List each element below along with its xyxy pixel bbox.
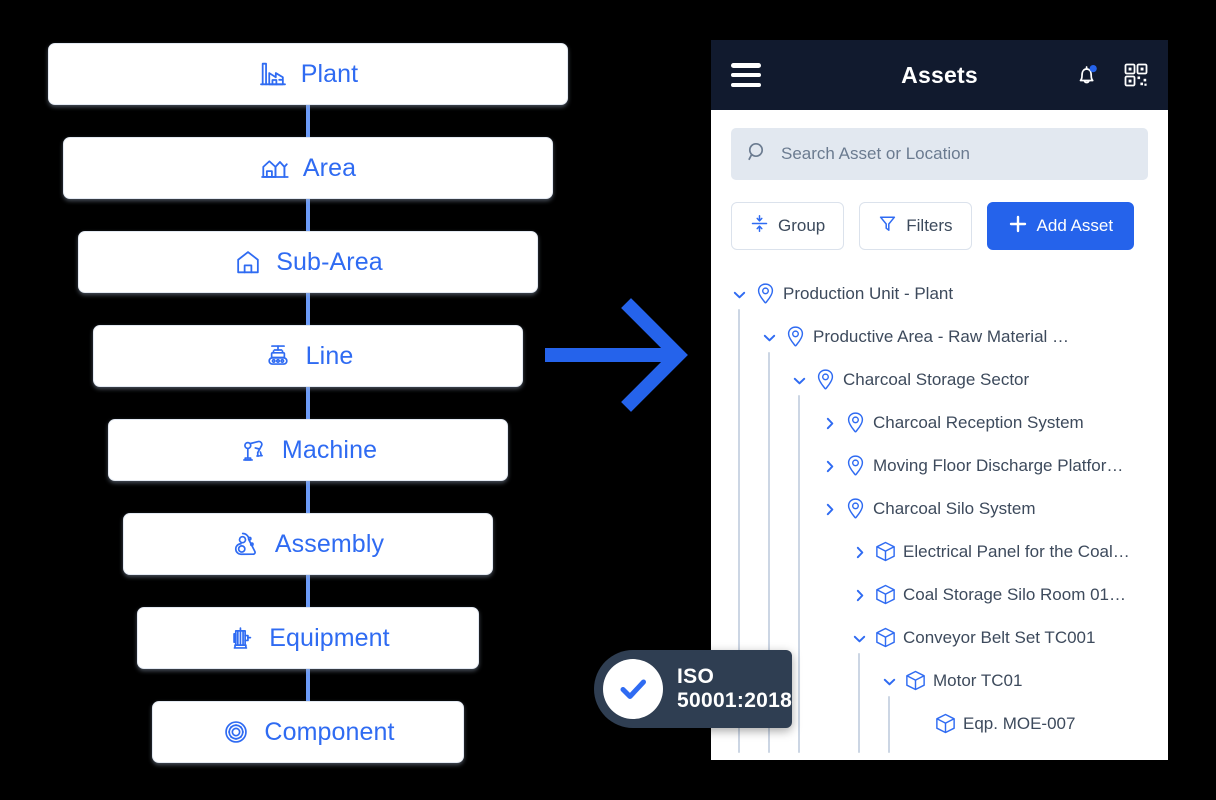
hierarchy-level-label: Line (305, 341, 354, 370)
hierarchy-level-assembly: Assembly (123, 513, 493, 575)
cube-icon (874, 583, 897, 606)
hierarchy-connector (306, 481, 310, 513)
location-pin-icon (844, 454, 867, 477)
hierarchy-connector (306, 575, 310, 607)
location-pin-icon (844, 497, 867, 520)
filters-button[interactable]: Filters (859, 202, 972, 250)
chevron-right-icon[interactable] (822, 502, 836, 516)
iso-label: ISO (677, 665, 715, 689)
group-button[interactable]: Group (731, 202, 845, 250)
filter-funnel-icon (878, 214, 897, 238)
group-collapse-icon (750, 214, 769, 238)
location-pin-icon (844, 411, 867, 434)
location-pin-icon (784, 325, 807, 348)
tree-node-label: Production Unit - Plant (783, 283, 954, 303)
hierarchy-level-line: Line (93, 325, 523, 387)
search-icon (747, 141, 768, 167)
filters-button-label: Filters (906, 216, 953, 235)
hamburger-menu-icon[interactable] (731, 63, 761, 87)
motor-icon (226, 623, 256, 653)
chevron-down-icon[interactable] (852, 631, 866, 645)
add-asset-button-label: Add Asset (1036, 216, 1114, 235)
hierarchy-level-label: Sub-Area (276, 247, 383, 276)
search-input[interactable] (781, 144, 1132, 164)
screenshot-root: Plant Area Sub-Area Line Machine Assembly Equi… (0, 0, 1216, 800)
tree-node-label: Productive Area - Raw Material Recepti… (813, 326, 1081, 346)
hierarchy-level-machine: Machine (108, 419, 508, 481)
tree-node-label: Charcoal Silo System (873, 498, 1036, 518)
search-section (711, 110, 1168, 180)
cube-icon (874, 626, 897, 649)
asset-tree: Production Unit - Plant Productive Area -… (711, 250, 1168, 753)
tree-node[interactable]: Charcoal Storage Sector (711, 358, 1168, 401)
factory-icon (258, 59, 288, 89)
hierarchy-level-label: Plant (300, 59, 359, 88)
chevron-down-icon[interactable] (762, 330, 776, 344)
tree-node[interactable]: Production Unit - Plant (711, 272, 1168, 315)
chevron-right-icon[interactable] (822, 459, 836, 473)
arrow-right-icon (542, 292, 705, 418)
add-asset-button[interactable]: Add Asset (986, 202, 1135, 250)
iso-standard-number: 50001:2018 (677, 689, 793, 712)
warehouse-icon (260, 153, 290, 183)
hierarchy-level-label: Area (302, 153, 357, 182)
hierarchy-connector (306, 199, 310, 231)
cube-icon (934, 712, 957, 735)
hierarchy-level-component: Component (152, 701, 464, 763)
location-pin-icon (814, 368, 837, 391)
hierarchy-level-label: Assembly (274, 529, 385, 558)
tree-node[interactable]: Productive Area - Raw Material Recepti… (711, 315, 1168, 358)
qr-code-icon[interactable] (1121, 60, 1151, 90)
tree-node[interactable]: Moving Floor Discharge Platfor… (711, 444, 1168, 487)
chevron-down-icon[interactable] (792, 373, 806, 387)
iso-certification-badge: ISO 50001:2018 (594, 650, 792, 728)
plus-icon (1008, 214, 1028, 239)
check-circle-icon (603, 659, 663, 719)
hierarchy-connector (306, 105, 310, 137)
hierarchy-level-label: Machine (281, 435, 378, 464)
hierarchy-level-plant: Plant (48, 43, 568, 105)
hierarchy-level-equipment: Equipment (137, 607, 479, 669)
hierarchy-level-sub-area: Sub-Area (78, 231, 538, 293)
hierarchy-connector (306, 293, 310, 325)
tree-node-label: Charcoal Storage Sector (843, 369, 1030, 389)
chevron-right-icon[interactable] (822, 416, 836, 430)
tree-node-label: Eqp. MOE-007 (963, 713, 1076, 733)
belt-pulley-icon (232, 529, 262, 559)
conveyor-line-icon (263, 341, 293, 371)
robot-arm-icon (239, 435, 269, 465)
cube-icon (874, 540, 897, 563)
tree-node[interactable]: Coal Storage Silo Room 01… (711, 573, 1168, 616)
bell-icon[interactable] (1072, 60, 1102, 90)
header-actions (1072, 60, 1151, 90)
hierarchy-connector (306, 669, 310, 701)
tree-node[interactable]: Charcoal Reception System (711, 401, 1168, 444)
cube-icon (904, 669, 927, 692)
tree-node-label: Coal Storage Silo Room 01… (903, 584, 1127, 604)
tree-node-label: Conveyor Belt Set TC001 (903, 627, 1096, 647)
tree-node-label: Electrical Panel for the Coal… (903, 541, 1130, 561)
app-header: Assets (711, 40, 1168, 110)
bearing-icon (221, 717, 251, 747)
hierarchy-level-label: Equipment (269, 623, 390, 652)
asset-hierarchy-diagram: Plant Area Sub-Area Line Machine Assembly Equi… (0, 0, 616, 800)
iso-badge-text: ISO 50001:2018 (677, 665, 792, 712)
chevron-down-icon[interactable] (882, 674, 896, 688)
hierarchy-connector (306, 387, 310, 419)
hierarchy-level-area: Area (63, 137, 553, 199)
chevron-down-icon[interactable] (732, 287, 746, 301)
location-pin-icon (754, 282, 777, 305)
tree-node-label: Motor TC01 (933, 670, 1023, 690)
toolbar: Group Filters Add Asset (711, 180, 1168, 250)
tree-node-label: Moving Floor Discharge Platfor… (873, 455, 1124, 475)
chevron-right-icon[interactable] (852, 545, 866, 559)
tree-node-label: Charcoal Reception System (873, 412, 1084, 432)
search-bar[interactable] (731, 128, 1148, 180)
house-icon (233, 247, 263, 277)
chevron-right-icon[interactable] (852, 588, 866, 602)
hierarchy-level-label: Component (264, 717, 395, 746)
group-button-label: Group (778, 216, 826, 235)
tree-node[interactable]: Electrical Panel for the Coal… (711, 530, 1168, 573)
tree-node[interactable]: Charcoal Silo System (711, 487, 1168, 530)
